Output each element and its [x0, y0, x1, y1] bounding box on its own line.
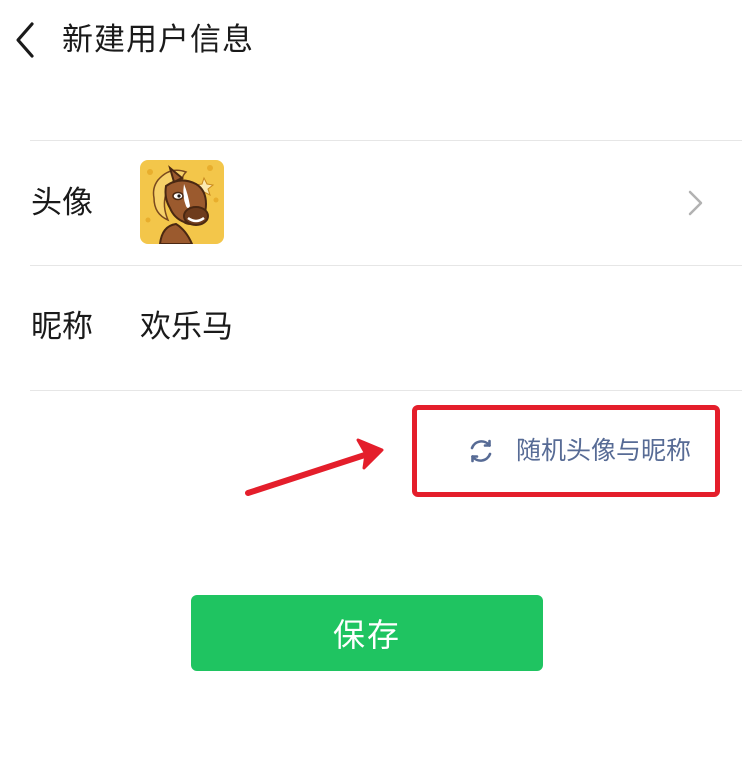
avatar-row[interactable]: 头像: [0, 141, 742, 265]
back-button[interactable]: [6, 18, 46, 62]
horse-avatar-image: [140, 160, 224, 244]
header: 新建用户信息: [0, 0, 742, 84]
annotation-arrow: [245, 438, 384, 496]
avatar-chevron[interactable]: [684, 188, 708, 218]
divider-bottom: [30, 390, 742, 391]
random-avatar-nickname-label: 随机头像与昵称: [516, 436, 692, 465]
nickname-label: 昵称: [31, 309, 93, 345]
save-button[interactable]: 保存: [191, 595, 543, 671]
chevron-right-icon: [688, 190, 703, 216]
avatar[interactable]: [140, 160, 224, 244]
chevron-left-icon: [16, 22, 34, 58]
nickname-value[interactable]: 欢乐马: [140, 307, 233, 347]
random-avatar-nickname-button[interactable]: 随机头像与昵称: [466, 430, 691, 472]
refresh-icon: [470, 439, 492, 463]
nickname-row[interactable]: 昵称 欢乐马: [0, 266, 742, 390]
avatar-label: 头像: [31, 185, 93, 221]
new-user-info-page: 新建用户信息 头像 昵称 欢乐马 随机头像与昵称 保存: [0, 0, 742, 758]
page-title: 新建用户信息: [62, 22, 254, 58]
